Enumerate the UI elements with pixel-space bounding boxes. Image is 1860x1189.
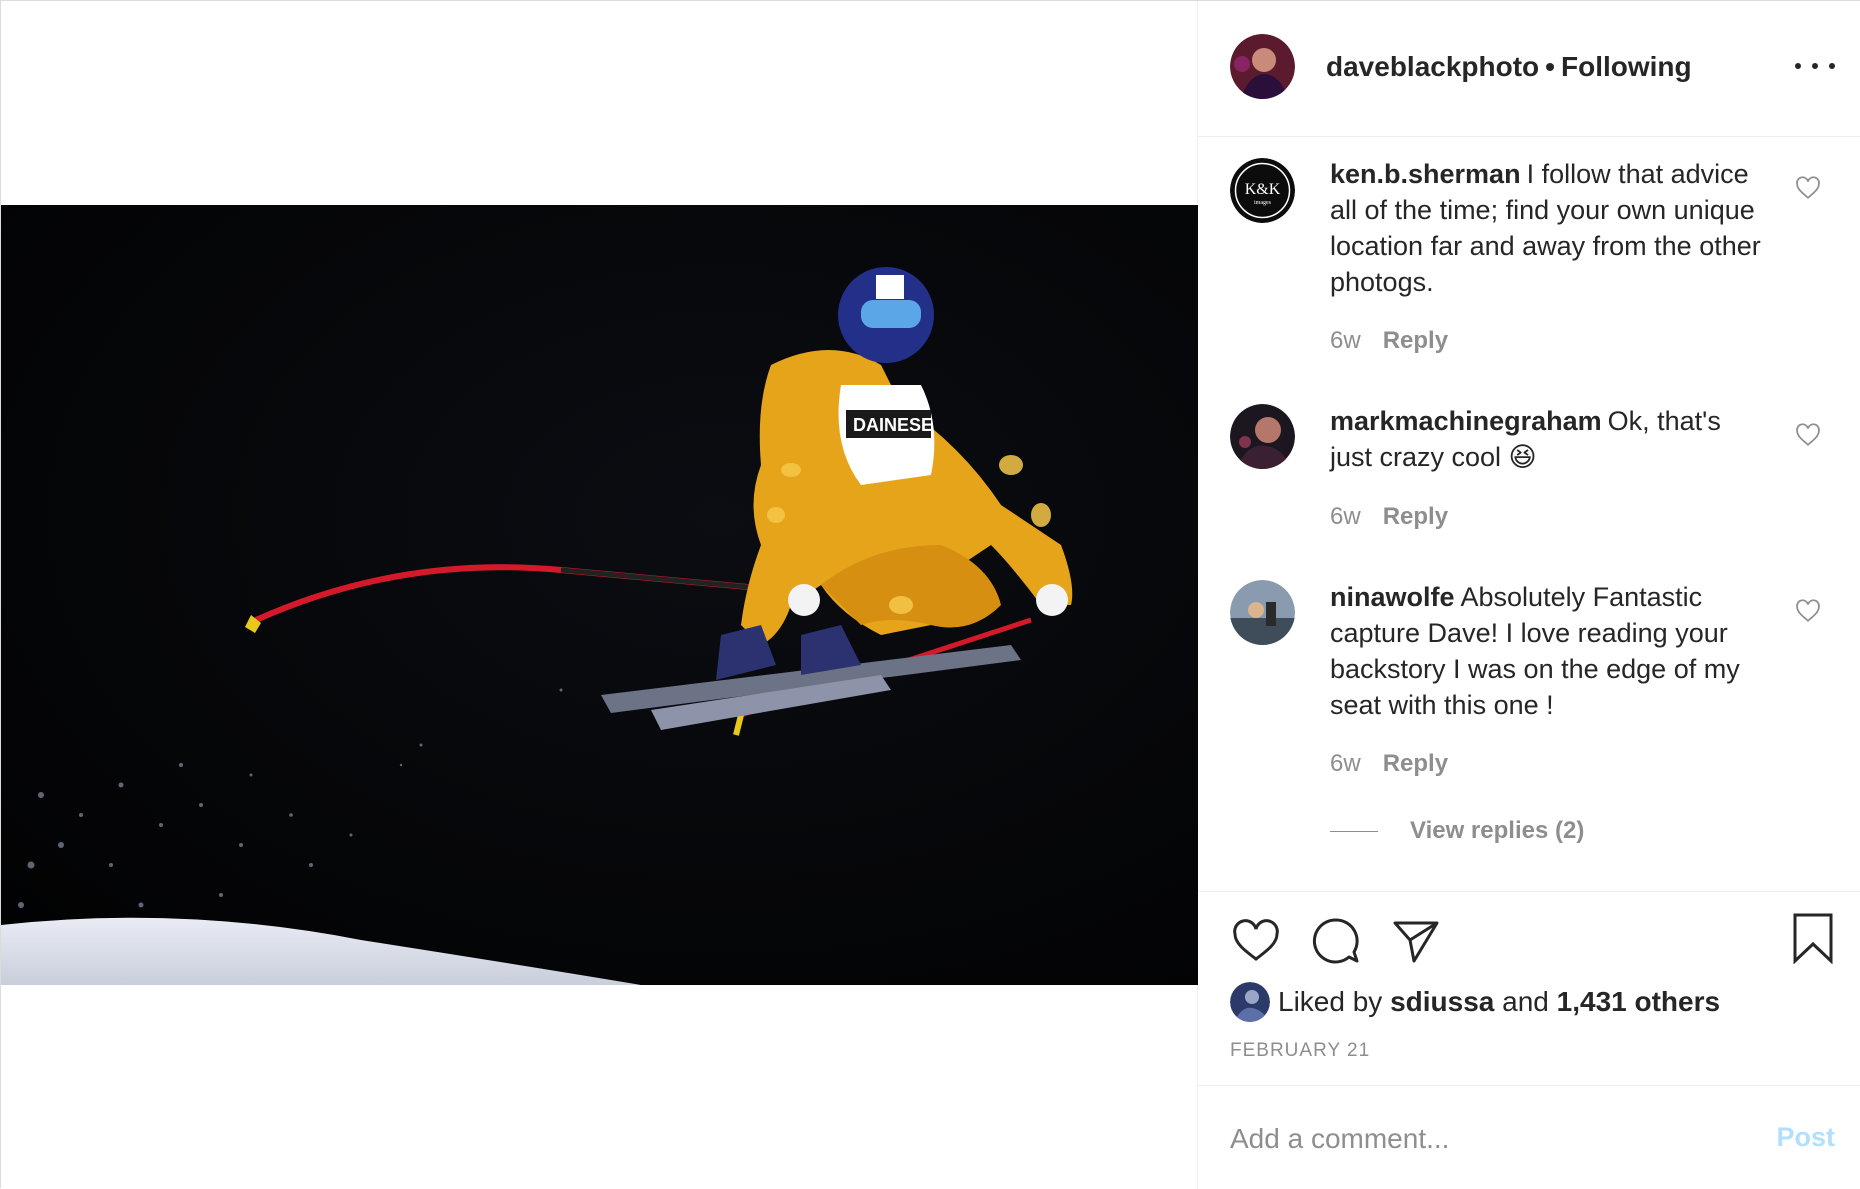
commenter-avatar[interactable]	[1230, 404, 1295, 469]
comment-age: 6w	[1330, 503, 1361, 530]
likes-conjunction: and	[1502, 986, 1549, 1017]
heart-icon[interactable]	[1795, 422, 1821, 448]
heart-icon[interactable]	[1795, 175, 1821, 201]
commenter-avatar[interactable]: K&K images	[1230, 158, 1295, 223]
svg-text:DAINESE: DAINESE	[853, 415, 933, 435]
comment-body: ken.b.sherman I follow that advice all of…	[1330, 156, 1770, 300]
action-bar: Liked by sdiussa and 1,431 others FEBRUA…	[1198, 891, 1860, 1085]
header-text: daveblackphoto • Following	[1326, 51, 1692, 83]
comment-age: 6w	[1330, 327, 1361, 354]
comment-input[interactable]	[1230, 1114, 1730, 1164]
comment-body: ninawolfe Absolutely Fantastic capture Da…	[1330, 579, 1770, 723]
instagram-post-modal: DAINESE daveblackphoto • Following K&K i…	[0, 0, 1860, 1189]
comment-body: markmachinegraham Ok, that's just crazy c…	[1330, 403, 1770, 475]
reply-button[interactable]: Reply	[1383, 327, 1448, 354]
comment-meta: 6w Reply	[1330, 750, 1448, 778]
comment-meta: 6w Reply	[1330, 327, 1448, 355]
view-replies-label[interactable]: View replies (2)	[1410, 817, 1584, 845]
more-horizontal-icon[interactable]	[1795, 51, 1835, 81]
comment-username[interactable]: markmachinegraham	[1330, 406, 1602, 436]
follow-status-button[interactable]: Following	[1561, 51, 1692, 82]
author-avatar[interactable]	[1230, 34, 1295, 99]
liker-username[interactable]: sdiussa	[1390, 986, 1494, 1018]
comment-username[interactable]: ken.b.sherman	[1330, 159, 1521, 189]
reply-button[interactable]: Reply	[1383, 503, 1448, 530]
view-replies-divider	[1330, 830, 1378, 832]
skier-photo: DAINESE	[1, 205, 1198, 985]
bookmark-icon[interactable]	[1787, 912, 1839, 964]
post-sidebar: daveblackphoto • Following K&K images ke…	[1198, 1, 1860, 1189]
avatar-monogram: K&K	[1245, 181, 1281, 198]
likes-prefix: Liked by	[1278, 986, 1383, 1017]
liker-avatar[interactable]	[1230, 982, 1270, 1022]
reply-button[interactable]: Reply	[1383, 750, 1448, 777]
likes-others-link[interactable]: 1,431 others	[1557, 986, 1720, 1018]
heart-icon[interactable]	[1795, 598, 1821, 624]
comment-age: 6w	[1330, 750, 1361, 777]
commenter-avatar[interactable]	[1230, 580, 1295, 645]
comment-meta: 6w Reply	[1330, 503, 1448, 531]
author-username[interactable]: daveblackphoto	[1326, 51, 1539, 82]
comments-list[interactable]: K&K images ken.b.sherman I follow that ad…	[1198, 137, 1860, 891]
comment-bubble-icon[interactable]	[1310, 915, 1362, 967]
paper-plane-icon[interactable]	[1390, 915, 1442, 967]
view-replies-button[interactable]: View replies (2)	[1330, 817, 1584, 845]
svg-text:images: images	[1254, 200, 1272, 206]
post-photo[interactable]: DAINESE	[1, 205, 1198, 985]
heart-icon[interactable]	[1230, 915, 1282, 967]
media-panel: DAINESE	[1, 1, 1198, 1189]
add-comment-bar: Post	[1198, 1085, 1860, 1189]
comment-username[interactable]: ninawolfe	[1330, 582, 1455, 612]
separator-dot: •	[1545, 51, 1555, 82]
likes-summary: Liked by sdiussa and 1,431 others	[1230, 980, 1720, 1024]
post-date[interactable]: FEBRUARY 21	[1230, 1040, 1370, 1062]
post-button[interactable]: Post	[1776, 1122, 1835, 1153]
post-header: daveblackphoto • Following	[1198, 1, 1860, 137]
